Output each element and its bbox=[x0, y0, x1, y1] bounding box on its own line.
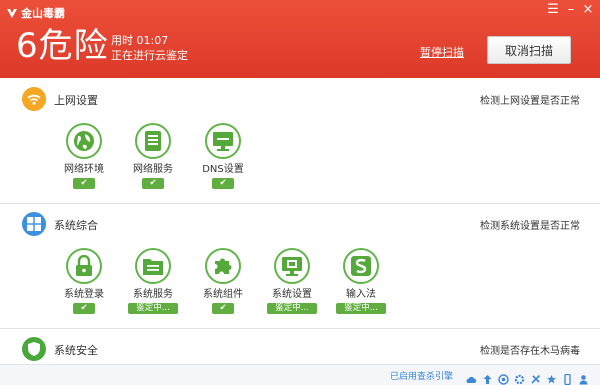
status-badge: ✔ bbox=[212, 303, 234, 314]
status-badge: 鉴定中... bbox=[336, 303, 386, 314]
scan-item-dns: DNS设置 ✔ bbox=[185, 123, 261, 189]
folder-icon bbox=[135, 248, 171, 284]
section-title: 上网设置 bbox=[54, 94, 98, 107]
wifi-icon bbox=[22, 87, 46, 111]
section-title: 系统综合 bbox=[54, 219, 98, 232]
settings-gear-icon[interactable] bbox=[514, 370, 525, 385]
puzzle-icon bbox=[205, 248, 241, 284]
user-icon[interactable] bbox=[578, 370, 589, 385]
brand-name: 金山毒霸 bbox=[21, 7, 65, 20]
menu-icon[interactable]: ☰ bbox=[545, 3, 561, 17]
close-icon[interactable]: × bbox=[580, 3, 596, 17]
engine-status-text[interactable]: 已启用查杀引擎 bbox=[390, 369, 453, 382]
footer-bar: 已启用查杀引擎 bbox=[0, 364, 600, 385]
scan-item-network-service: 网络服务 ✔ bbox=[115, 123, 191, 189]
cancel-scan-button[interactable]: 取消扫描 bbox=[487, 36, 571, 64]
scan-item-system-component: 系统组件 ✔ bbox=[185, 248, 261, 314]
item-label: DNS设置 bbox=[202, 164, 244, 175]
risk-label: 危险 bbox=[38, 26, 109, 66]
monitor-settings-icon bbox=[274, 248, 310, 284]
mobile-icon[interactable] bbox=[562, 370, 573, 385]
status-badge: ✔ bbox=[212, 178, 234, 189]
item-label: 系统服务 bbox=[133, 289, 173, 300]
section-security-header: 系统安全 检测是否存在木马病毒 bbox=[0, 336, 600, 362]
scan-item-system-login: 系统登录 ✔ bbox=[46, 248, 122, 314]
section-status: 检测上网设置是否正常 bbox=[480, 96, 580, 107]
section-title: 系统安全 bbox=[54, 344, 98, 357]
shield-icon bbox=[22, 337, 46, 361]
item-label: 系统设置 bbox=[272, 289, 312, 300]
item-label: 网络服务 bbox=[133, 164, 173, 175]
scan-item-network-env: 网络环境 ✔ bbox=[46, 123, 122, 189]
section-network-header: 上网设置 检测上网设置是否正常 bbox=[0, 86, 600, 112]
item-label: 系统组件 bbox=[203, 289, 243, 300]
windows-icon bbox=[22, 212, 46, 236]
globe-icon bbox=[66, 123, 102, 159]
elapsed-label: 用时 bbox=[111, 34, 133, 47]
input-method-icon bbox=[343, 248, 379, 284]
scan-item-system-service: 系统服务 鉴定中... bbox=[115, 248, 191, 314]
section-status: 检测是否存在木马病毒 bbox=[480, 346, 580, 357]
risk-count: 6 bbox=[16, 26, 39, 66]
upload-icon[interactable] bbox=[482, 370, 493, 384]
section-divider bbox=[0, 328, 600, 329]
risk-summary: 6危险 bbox=[16, 28, 109, 64]
shield-badge-icon[interactable] bbox=[498, 370, 509, 385]
scan-item-system-settings: 系统设置 鉴定中... bbox=[254, 248, 330, 314]
brand: 金山毒霸 bbox=[6, 5, 65, 21]
status-badge: 鉴定中... bbox=[267, 303, 317, 314]
item-label: 系统登录 bbox=[64, 289, 104, 300]
pause-scan-link[interactable]: 暂停扫描 bbox=[420, 44, 464, 60]
scan-header: 金山毒霸 ☰ – × 6危险 用时 01:07 正在进行云鉴定 暂停扫描 取消扫… bbox=[0, 0, 600, 78]
item-label: 网络环境 bbox=[64, 164, 104, 175]
elapsed-value: 01:07 bbox=[136, 34, 169, 47]
lock-icon bbox=[66, 248, 102, 284]
section-divider bbox=[0, 203, 600, 204]
favorite-icon[interactable] bbox=[546, 370, 557, 384]
section-system-header: 系统综合 检测系统设置是否正常 bbox=[0, 211, 600, 237]
duba-logo-icon bbox=[6, 7, 18, 19]
tools-icon[interactable] bbox=[530, 370, 541, 384]
status-badge: ✔ bbox=[142, 178, 164, 189]
status-badge: ✔ bbox=[73, 303, 95, 314]
scan-status: 正在进行云鉴定 bbox=[111, 49, 188, 62]
scan-elapsed: 用时 01:07 bbox=[111, 34, 168, 47]
status-badge: 鉴定中... bbox=[128, 303, 178, 314]
cloud-icon[interactable] bbox=[466, 370, 477, 383]
section-status: 检测系统设置是否正常 bbox=[480, 221, 580, 232]
status-badge: ✔ bbox=[73, 178, 95, 189]
server-icon bbox=[135, 123, 171, 159]
monitor-icon bbox=[205, 123, 241, 159]
minimize-icon[interactable]: – bbox=[563, 3, 579, 17]
item-label: 输入法 bbox=[346, 289, 376, 300]
scan-item-input-method: 输入法 鉴定中... bbox=[323, 248, 399, 314]
